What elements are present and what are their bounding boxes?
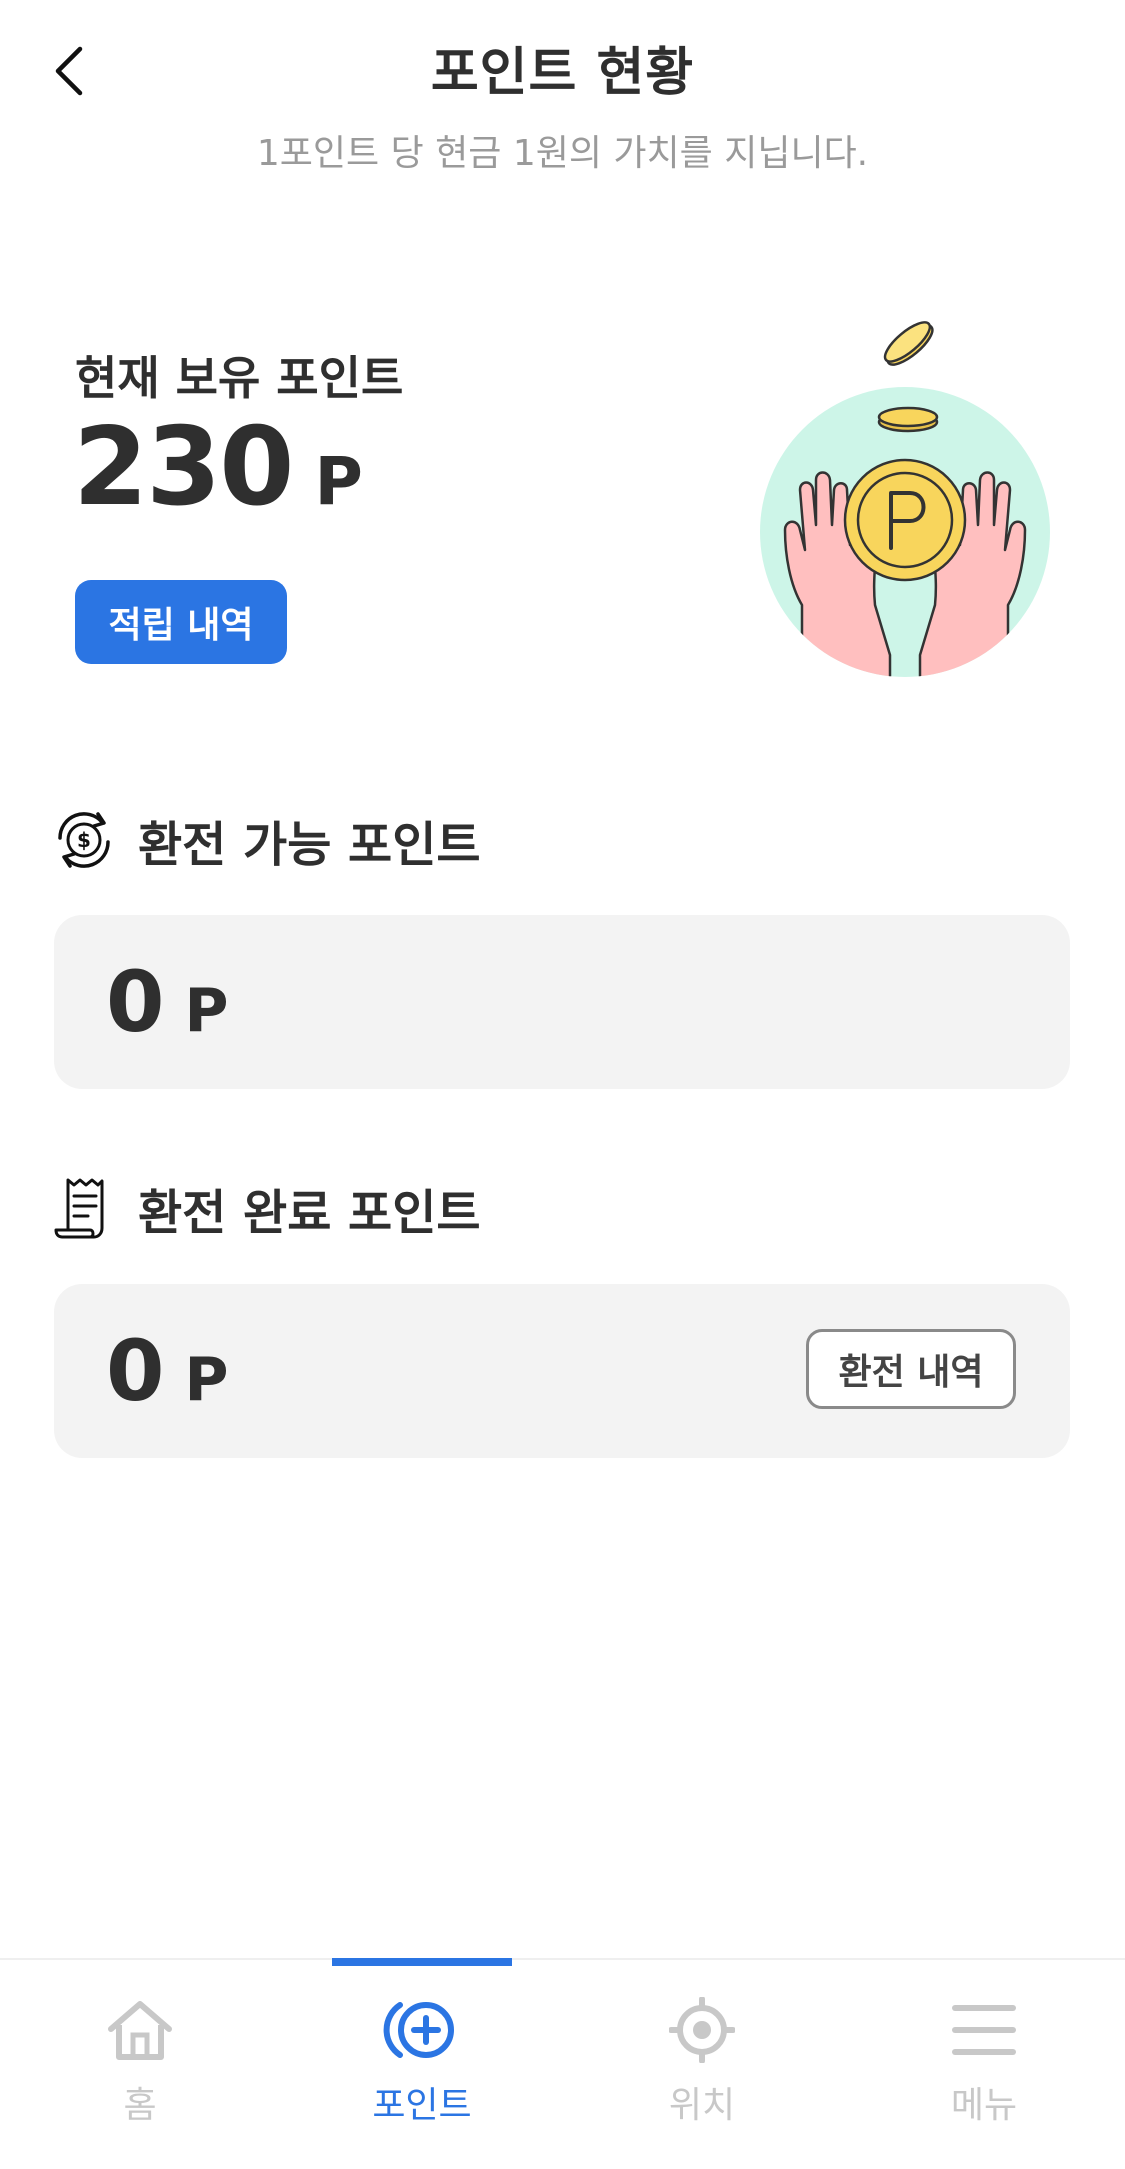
nav-item-menu[interactable]: 메뉴 bbox=[884, 1990, 1084, 2130]
exchangeable-value-row: 0 P bbox=[106, 953, 228, 1051]
exchanged-unit: P bbox=[184, 1345, 229, 1415]
nav-item-location[interactable]: 위치 bbox=[602, 1990, 802, 2130]
page-subtitle: 1포인트 당 현금 1원의 가치를 지닙니다. bbox=[256, 133, 869, 174]
exchanged-value: 0 bbox=[106, 1322, 165, 1420]
exchange-history-button[interactable]: 환전 내역 bbox=[806, 1329, 1016, 1409]
current-points-value-row: 230 P bbox=[73, 405, 363, 530]
current-points-unit: P bbox=[314, 443, 363, 520]
currency-exchange-icon: $ bbox=[52, 808, 116, 872]
page-title: 포인트 현황 bbox=[430, 43, 695, 103]
hands-holding-coin-illustration bbox=[760, 321, 1050, 677]
exchangeable-points-card: 0 P bbox=[54, 915, 1070, 1089]
earn-history-button[interactable]: 적립 내역 bbox=[75, 580, 287, 664]
receipt-icon bbox=[52, 1176, 116, 1240]
exchanged-title: 환전 완료 포인트 bbox=[138, 1185, 481, 1241]
location-target-icon bbox=[657, 1990, 747, 2070]
home-icon bbox=[95, 1990, 185, 2070]
exchanged-points-card: 0 P 환전 내역 bbox=[54, 1284, 1070, 1458]
active-tab-indicator bbox=[332, 1958, 512, 1966]
exchangeable-unit: P bbox=[184, 976, 229, 1046]
nav-label-menu: 메뉴 bbox=[950, 2085, 1018, 2126]
nav-label-home: 홈 bbox=[123, 2085, 157, 2126]
nav-item-point[interactable]: 포인트 bbox=[322, 1990, 522, 2130]
exchanged-section-header: 환전 완료 포인트 bbox=[52, 1173, 481, 1243]
exchangeable-section-header: $ 환전 가능 포인트 bbox=[52, 805, 481, 875]
current-points-value: 230 bbox=[73, 405, 294, 530]
nav-label-location: 위치 bbox=[668, 2085, 736, 2126]
point-plus-icon bbox=[377, 1990, 467, 2070]
exchanged-value-row: 0 P bbox=[106, 1322, 228, 1420]
menu-icon bbox=[939, 1990, 1029, 2070]
nav-label-point: 포인트 bbox=[372, 2085, 472, 2126]
current-points-label: 현재 보유 포인트 bbox=[75, 351, 404, 405]
nav-item-home[interactable]: 홈 bbox=[40, 1990, 240, 2130]
exchangeable-title: 환전 가능 포인트 bbox=[138, 817, 481, 873]
exchangeable-value: 0 bbox=[106, 953, 165, 1051]
svg-text:$: $ bbox=[77, 828, 91, 852]
